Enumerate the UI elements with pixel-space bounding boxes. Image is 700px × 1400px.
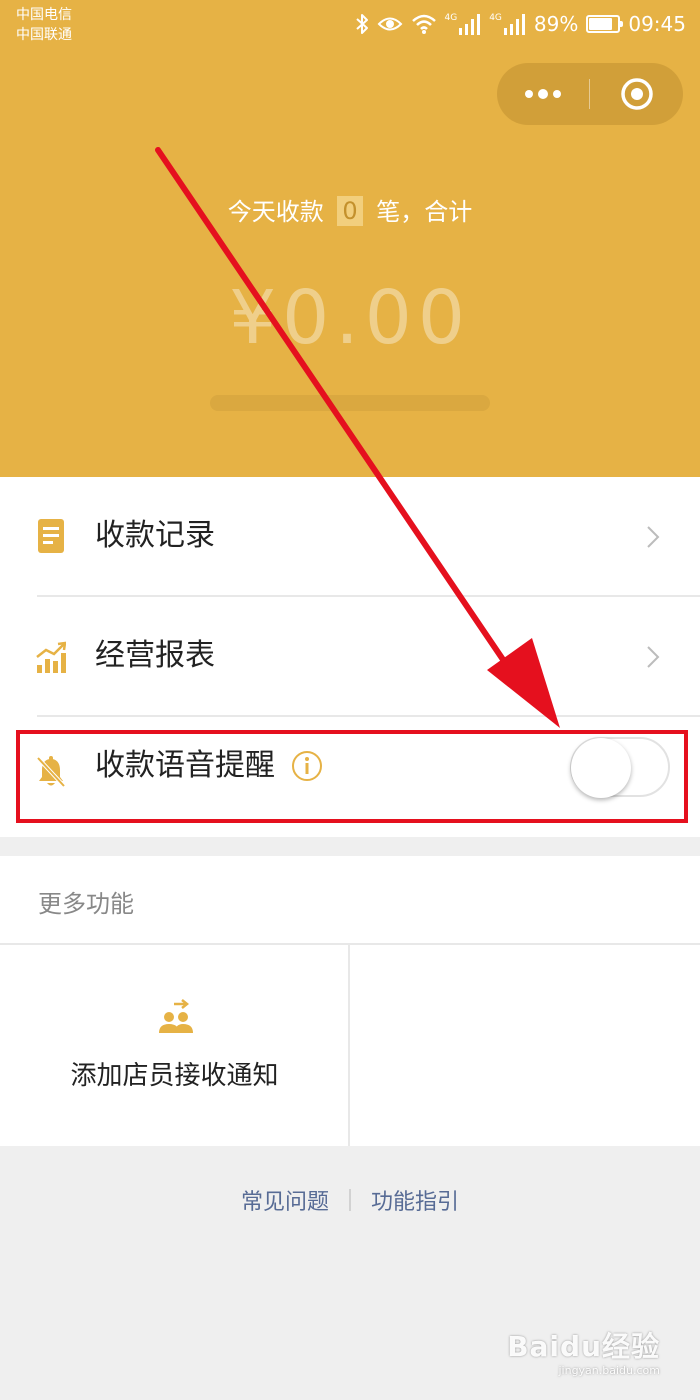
footer-separator: [349, 1189, 351, 1211]
count-badge: 0: [337, 196, 363, 226]
battery-icon: [586, 15, 624, 33]
voice-label-wrap: 收款语音提醒: [95, 743, 323, 789]
summary-suffix: 笔，合计: [376, 198, 473, 226]
carriers: 中国电信 中国联通: [16, 5, 72, 45]
target-close-icon: [620, 78, 653, 110]
clock: 09:45: [628, 12, 686, 36]
menu-card: 收款记录 经营报表 收款语音提醒: [0, 477, 700, 837]
records-row[interactable]: 收款记录: [0, 477, 700, 596]
wifi-icon: [411, 13, 437, 35]
chevron-right-icon: [647, 526, 660, 548]
close-button[interactable]: [590, 63, 683, 125]
add-staff-icon: [159, 999, 193, 1033]
bell-mute-icon: [36, 756, 66, 788]
add-staff-label: 添加店员接收通知: [70, 1061, 279, 1091]
amount-placeholder-bar: [210, 395, 490, 411]
more-features-title: 更多功能: [38, 890, 134, 918]
header: 中国电信 中国联通 4G 4G 89% 09:45 今天收款 0 笔，合计 ¥0…: [0, 0, 700, 477]
carrier-1: 中国电信: [16, 7, 72, 23]
status-right: 4G 4G 89% 09:45: [355, 9, 686, 39]
empty-cell: [351, 945, 700, 1146]
add-staff-cell[interactable]: 添加店员接收通知: [0, 945, 349, 1146]
signal-icon-2: 4G: [489, 13, 526, 35]
grid-divider: [348, 945, 350, 1146]
faq-link[interactable]: 常见问题: [241, 1184, 329, 1216]
footer-links: 常见问题 功能指引: [0, 1178, 700, 1222]
network-2-label: 4G: [489, 13, 502, 23]
mini-program-capsule: [497, 63, 683, 125]
more-features-section: 更多功能 添加店员接收通知: [0, 856, 700, 1146]
summary-prefix: 今天收款: [227, 198, 324, 226]
guide-link[interactable]: 功能指引: [371, 1184, 459, 1216]
eye-icon: [377, 15, 403, 33]
toggle-knob: [571, 738, 631, 798]
status-bar: 中国电信 中国联通 4G 4G 89% 09:45: [0, 0, 700, 50]
bluetooth-icon: [355, 13, 369, 35]
signal-icon-1: 4G: [445, 13, 482, 35]
more-dots-icon: [525, 89, 561, 99]
today-summary: 今天收款 0 笔，合计: [0, 188, 700, 236]
watermark-sub: jingyan.baidu.com: [558, 1364, 660, 1377]
battery-percent: 89%: [533, 12, 579, 36]
document-icon: [38, 519, 64, 553]
voice-reminder-toggle[interactable]: [570, 737, 670, 798]
chevron-right-icon: [647, 646, 660, 668]
more-button[interactable]: [497, 63, 589, 125]
watermark: Baidu经验 jingyan.baidu.com: [507, 1330, 660, 1378]
watermark-main: Baidu经验: [507, 1330, 660, 1363]
reports-label: 经营报表: [95, 638, 215, 673]
bar-chart-icon: [36, 641, 66, 673]
reports-row[interactable]: 经营报表: [0, 597, 700, 716]
info-icon[interactable]: [291, 750, 323, 782]
battery-fill: [589, 18, 613, 30]
network-1-label: 4G: [444, 13, 458, 23]
voice-label: 收款语音提醒: [95, 748, 275, 783]
records-label: 收款记录: [95, 518, 215, 553]
total-amount: ¥0.00: [229, 275, 471, 361]
voice-reminder-row: 收款语音提醒: [0, 717, 700, 837]
carrier-2: 中国联通: [16, 27, 72, 43]
